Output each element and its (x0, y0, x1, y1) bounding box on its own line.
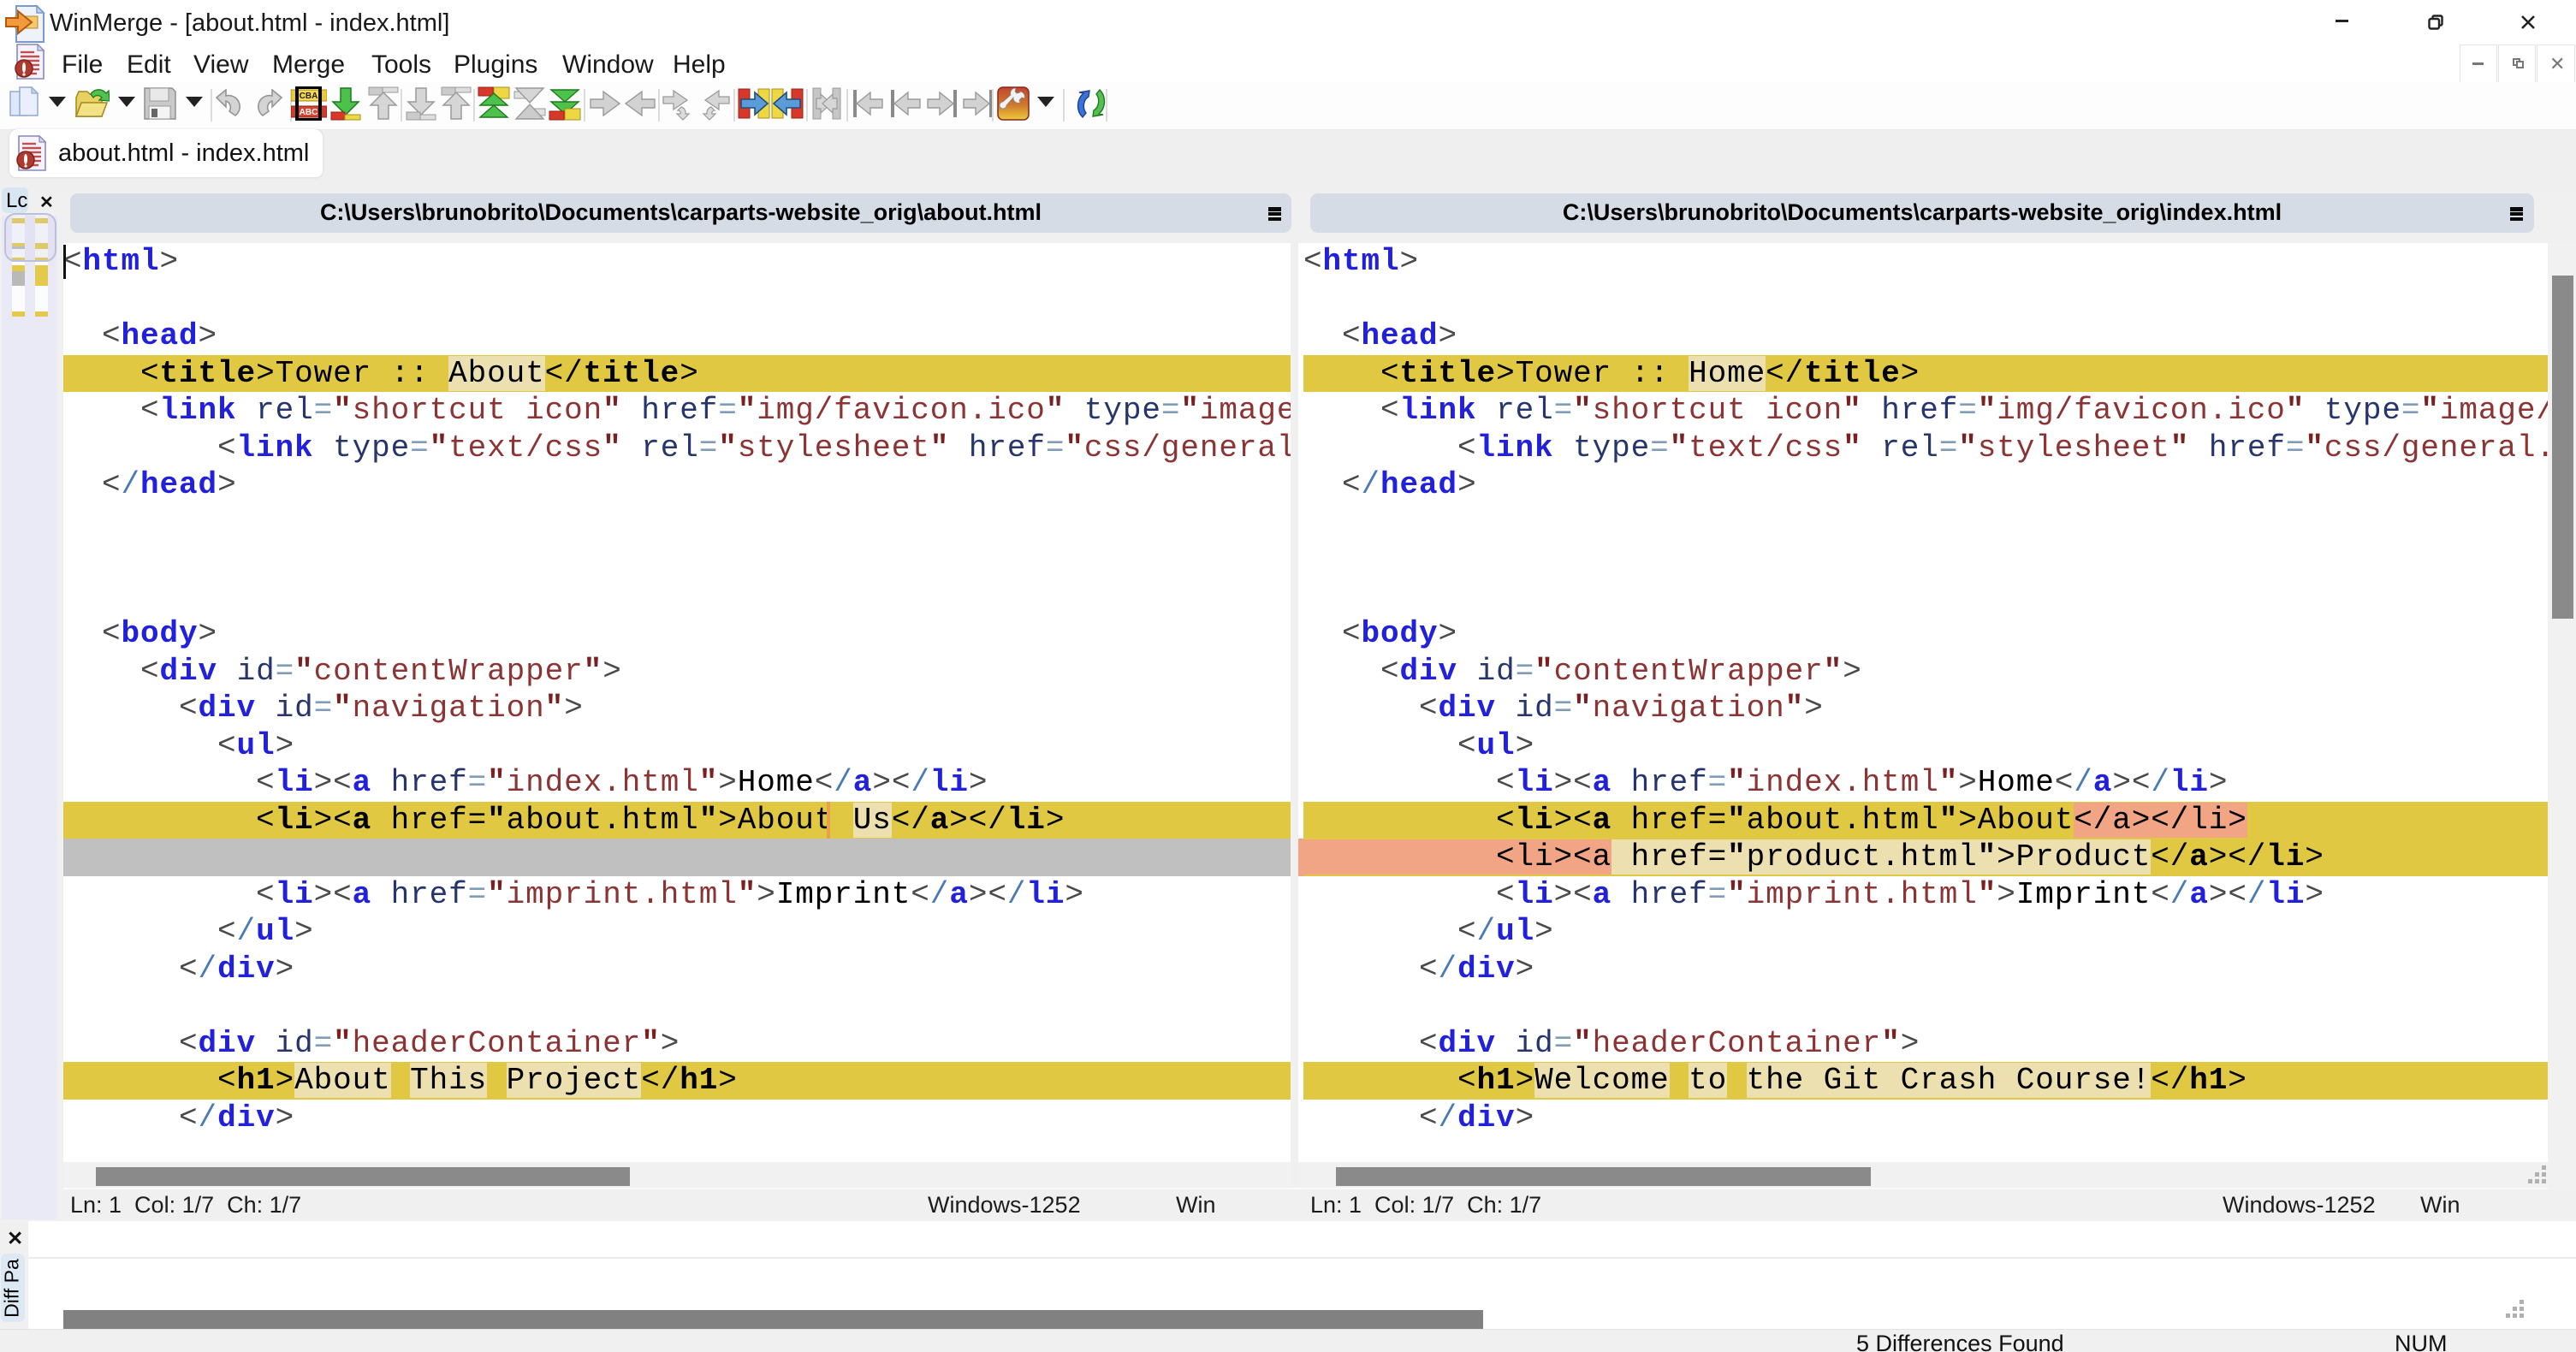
svg-text:CBA: CBA (300, 92, 318, 101)
svg-text:ABC: ABC (300, 108, 318, 117)
